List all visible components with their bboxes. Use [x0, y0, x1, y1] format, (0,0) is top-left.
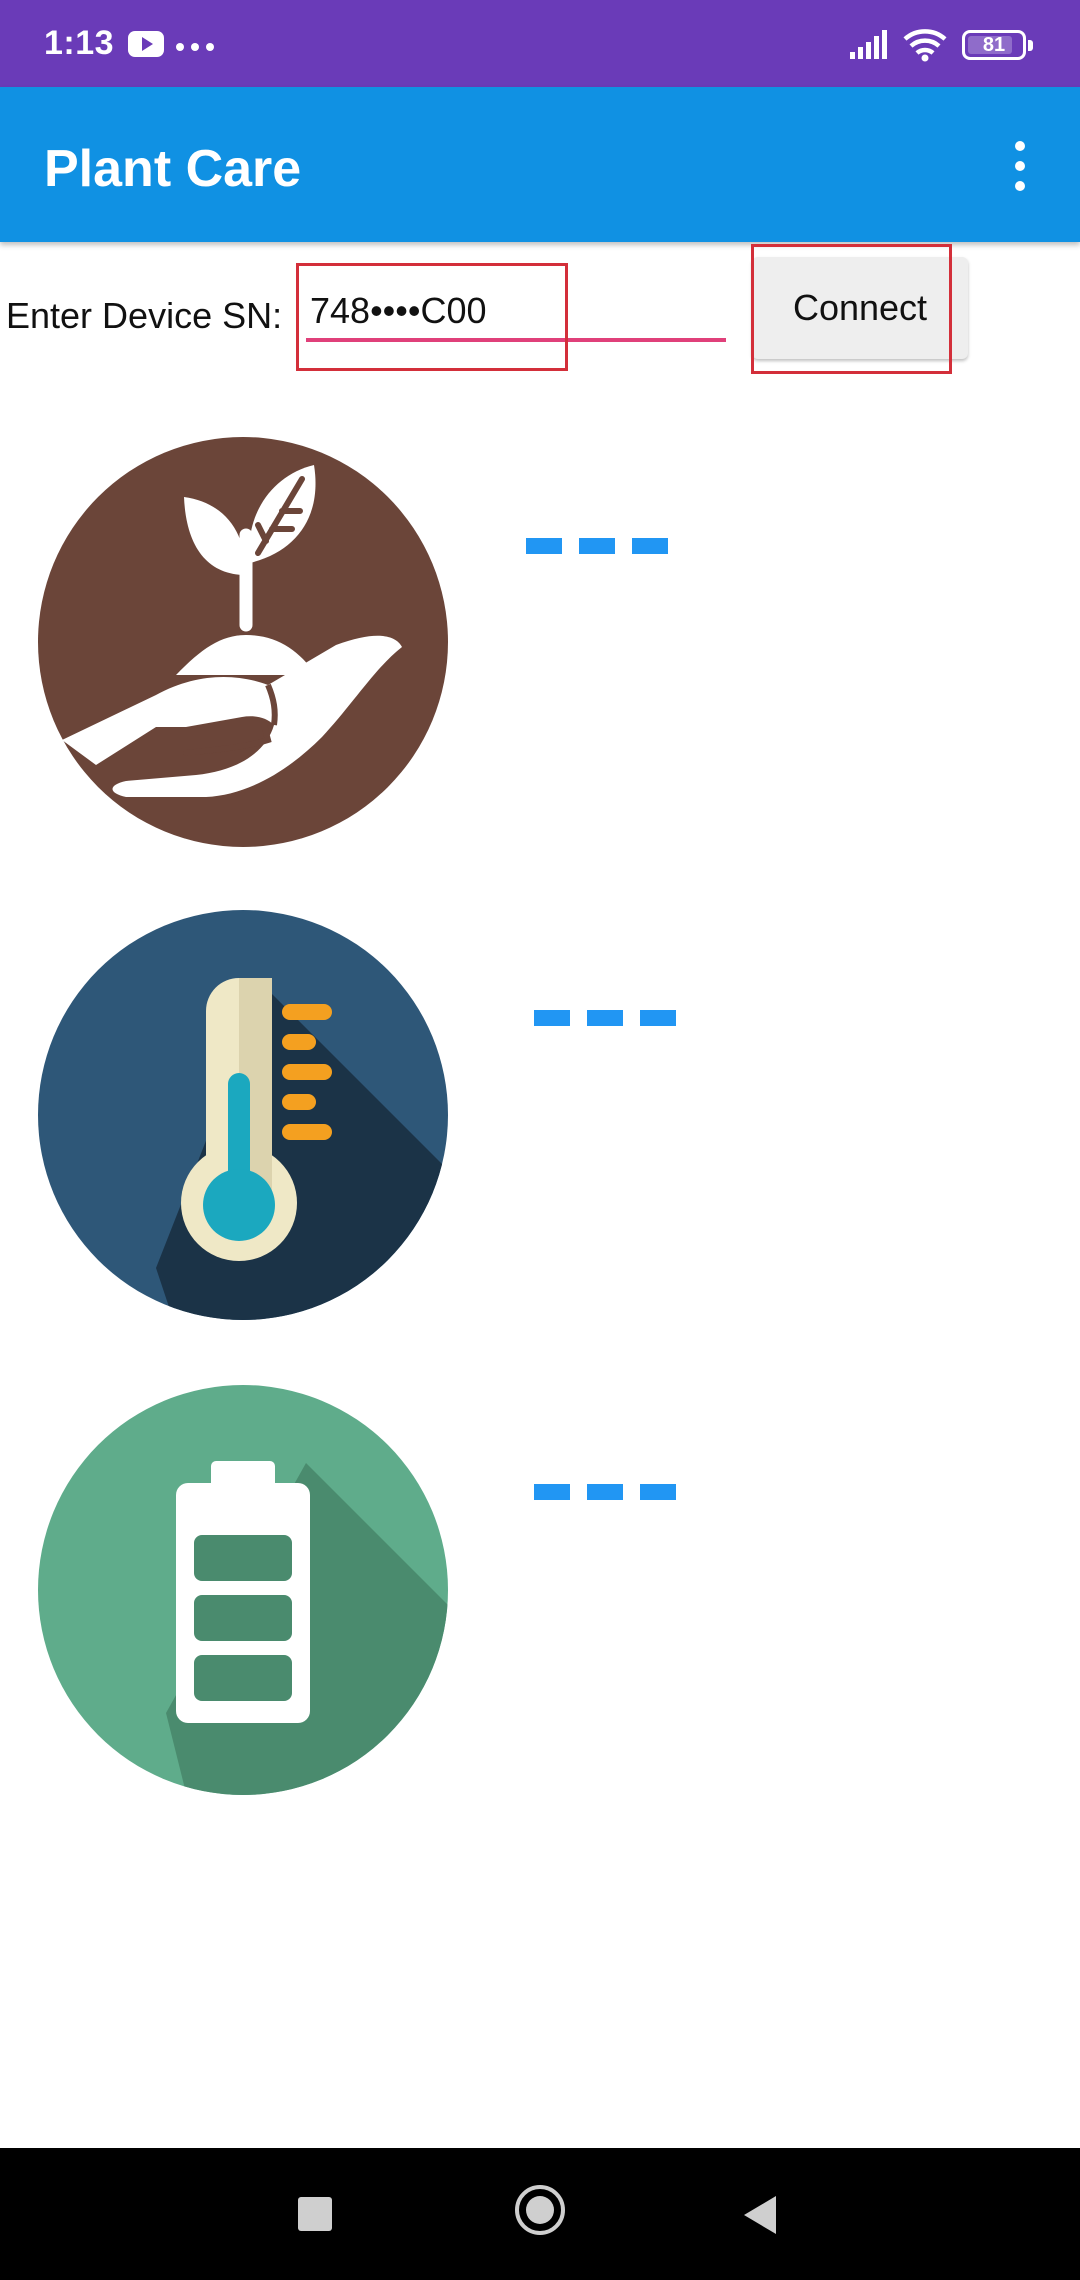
temperature-value	[534, 1010, 693, 1026]
connect-button[interactable]: Connect	[752, 257, 968, 359]
recent-apps-icon[interactable]	[298, 2197, 332, 2231]
home-icon[interactable]	[515, 2185, 565, 2235]
overflow-menu-icon[interactable]	[1002, 139, 1038, 193]
plant-in-hand-icon	[38, 437, 448, 847]
battery-icon	[38, 1385, 448, 1795]
back-icon[interactable]	[744, 2196, 776, 2234]
navigation-bar	[0, 2148, 1080, 2280]
battery-value	[534, 1484, 693, 1500]
status-time: 1:13	[44, 24, 115, 62]
cellular-signal-icon	[850, 30, 887, 59]
youtube-notification-icon	[128, 31, 164, 57]
device-sn-label: Enter Device SN:	[6, 295, 283, 336]
status-bar: 1:13 81	[0, 0, 1080, 87]
battery-level: 81	[982, 34, 1006, 56]
more-notifications-icon	[176, 38, 221, 56]
app-bar: Plant Care	[0, 87, 1080, 242]
device-sn-input[interactable]	[306, 280, 726, 342]
thermometer-icon	[38, 910, 448, 1320]
moisture-value	[526, 538, 685, 554]
wifi-icon	[903, 29, 947, 62]
battery-status-icon: 81	[962, 30, 1033, 60]
app-title: Plant Care	[44, 140, 302, 198]
